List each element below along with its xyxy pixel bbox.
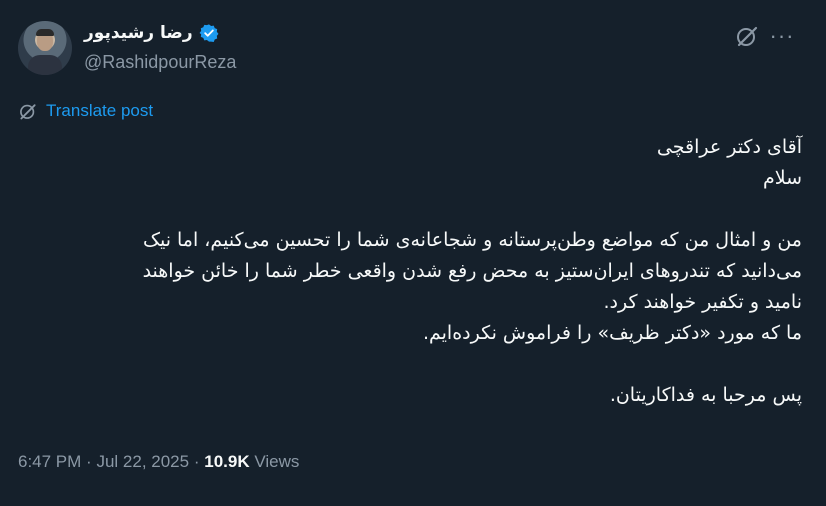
translate-post-button[interactable]: Translate post — [18, 101, 153, 121]
tweet-line: می‌دانید که تندروهای ایران‌ستیز به محض ر… — [142, 260, 802, 282]
tweet-time[interactable]: 6:47 PM — [18, 452, 81, 472]
tweet-line: من و امثال من که مواضع وطن‌پرستانه و شجا… — [142, 229, 802, 251]
views-count[interactable]: 10.9K — [204, 452, 249, 472]
grok-button[interactable] — [733, 22, 761, 50]
translate-icon — [20, 104, 36, 120]
author-display-name[interactable]: رضا رشیدپور — [84, 23, 193, 43]
avatar-hair — [36, 29, 54, 36]
author-name-row: رضا رشیدپور — [84, 23, 219, 43]
tweet-line: سلام — [762, 167, 802, 189]
verified-badge-icon[interactable] — [199, 23, 219, 43]
tweet-line: پس مرحبا به فداکاریتان. — [609, 384, 802, 406]
tweet-meta: 6:47 PM · Jul 22, 2025 · 10.9K Views — [18, 452, 299, 472]
tweet-line: ما که مورد «دکتر ظریف» را فراموش نکرده‌ا… — [422, 322, 802, 344]
grok-icon — [737, 26, 758, 47]
tweet-text: آقای دکتر عراقچی سلام من و امثال من که م… — [12, 132, 802, 411]
tweet-line: آقای دکتر عراقچی — [656, 136, 802, 158]
more-options-button[interactable]: ··· — [767, 22, 797, 50]
more-options-icon: ··· — [769, 23, 795, 48]
tweet-date[interactable]: Jul 22, 2025 — [96, 452, 189, 472]
author-avatar[interactable] — [18, 21, 72, 75]
author-handle[interactable]: @RashidpourReza — [84, 52, 236, 73]
tweet-line: نامید و تکفیر خواهند کرد. — [603, 291, 803, 313]
translate-post-label: Translate post — [46, 101, 154, 120]
avatar-shirt — [28, 55, 62, 75]
views-label: Views — [254, 452, 300, 471]
